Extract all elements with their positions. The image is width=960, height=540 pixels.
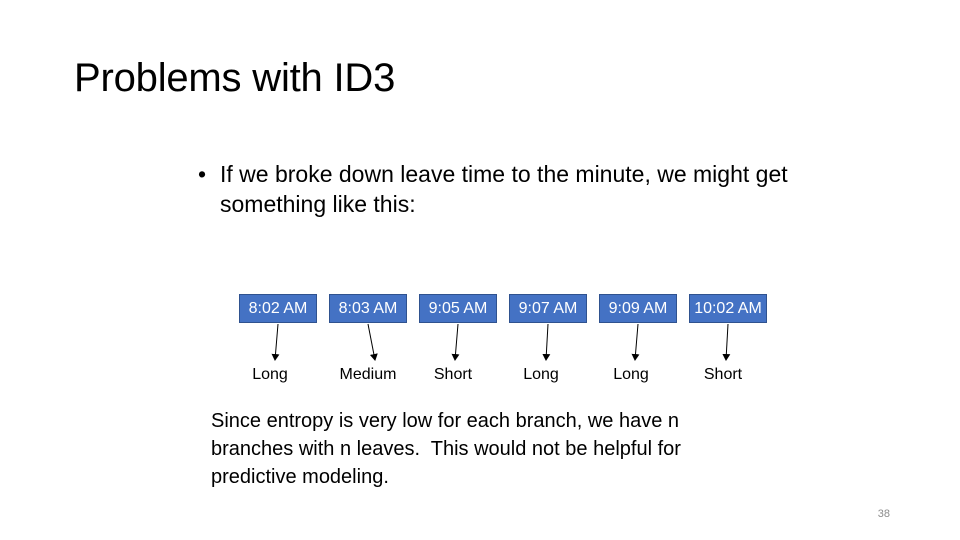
- tree-node: 10:02 AM: [689, 294, 767, 323]
- tree-arrow: [631, 323, 640, 361]
- tree-arrow: [542, 323, 551, 361]
- tree-node: 8:03 AM: [329, 294, 407, 323]
- bullet-text: If we broke down leave time to the minut…: [220, 161, 788, 217]
- tree-arrow: [451, 323, 460, 361]
- explanation-text: Since entropy is very low for each branc…: [211, 410, 681, 488]
- tree-leaf: Long: [252, 366, 288, 383]
- tree-arrow: [367, 323, 378, 361]
- tree-arrow: [271, 323, 280, 361]
- tree-leaf: Long: [613, 366, 649, 383]
- page-number: 38: [877, 508, 890, 520]
- tree-node: 9:05 AM: [419, 294, 497, 323]
- tree-node: 8:02 AM: [239, 294, 317, 323]
- slide: Problems with ID3 • If we broke down lea…: [0, 0, 960, 540]
- tree-leaf: Long: [523, 366, 559, 383]
- tree-leaf: Short: [433, 366, 473, 383]
- tree-arrow: [722, 323, 731, 361]
- tree-node: 9:07 AM: [509, 294, 587, 323]
- slide-title: Problems with ID3: [74, 56, 396, 100]
- bullet-dot-icon: •: [198, 161, 207, 187]
- tree-node: 9:09 AM: [599, 294, 677, 323]
- tree-leaf: Short: [703, 366, 743, 383]
- bullet-point: • If we broke down leave time to the min…: [198, 159, 798, 219]
